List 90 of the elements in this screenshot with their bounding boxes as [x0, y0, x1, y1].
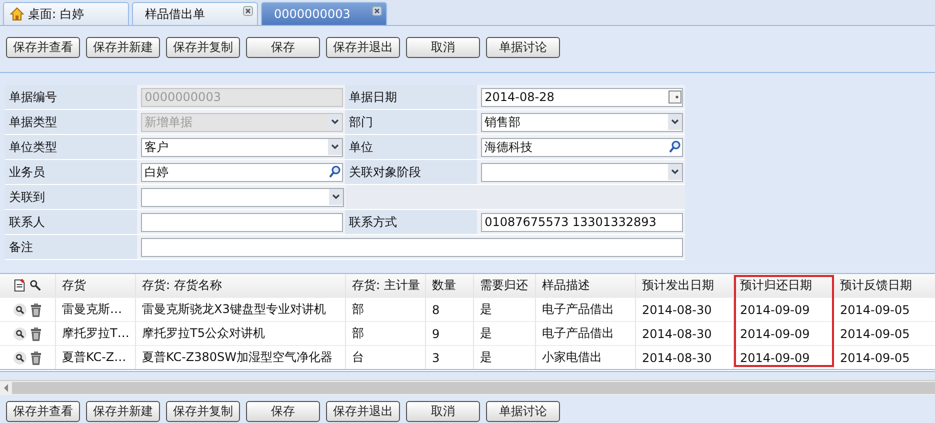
table-cell: 2014-09-05	[840, 350, 910, 364]
toolbar-button[interactable]: 保存并退出	[326, 401, 400, 422]
table-cell: 2014-08-30	[642, 302, 712, 316]
search-icon[interactable]	[13, 350, 27, 364]
field-label: 部门	[345, 110, 477, 134]
table-cell: 部	[352, 301, 364, 318]
table-cell: 9	[432, 326, 440, 340]
toolbar-button[interactable]: 保存并退出	[326, 37, 400, 58]
input-field[interactable]: 海德科技	[480, 138, 683, 156]
toolbar-button[interactable]: 保存并新建	[86, 37, 160, 58]
column-header: 存货: 存货名称	[142, 277, 222, 294]
table-cell: 3	[432, 350, 440, 364]
dropdown-field[interactable]: 销售部	[480, 112, 683, 132]
table-cell: 是	[480, 349, 492, 366]
table-cell: 2014-09-05	[840, 302, 910, 316]
field-label: 单位	[345, 135, 477, 159]
field-label: 业务员	[5, 160, 137, 184]
table-cell: 2014-09-05	[840, 326, 910, 340]
toolbar-button[interactable]: 保存并查看	[6, 401, 80, 422]
toolbar-button[interactable]: 保存并复制	[166, 37, 240, 58]
calendar-icon[interactable]	[668, 89, 682, 105]
horizontal-scrollbar[interactable]	[0, 380, 935, 395]
search-icon[interactable]	[13, 302, 27, 316]
column-header: 数量	[432, 277, 456, 294]
scroll-left-icon[interactable]	[3, 384, 9, 392]
table-cell: 摩托罗拉T…	[62, 325, 130, 342]
column-header: 存货	[62, 277, 86, 294]
field-label: 备注	[5, 235, 137, 259]
field-label: 单据日期	[345, 85, 477, 109]
toolbar-button[interactable]: 保存并查看	[6, 37, 80, 58]
table-cell: 夏普KC-Z380SW加湿型空气净化器	[142, 349, 333, 366]
dropdown-field[interactable]	[480, 162, 683, 182]
trash-icon[interactable]	[30, 350, 42, 364]
field-label: 单据类型	[5, 110, 137, 134]
table-cell: 摩托罗拉T5公众对讲机	[142, 325, 265, 342]
field-label: 关联对象阶段	[345, 160, 477, 184]
table-cell: 2014-09-09	[740, 350, 810, 364]
add-row-icon[interactable]	[13, 279, 26, 292]
input-field[interactable]: 01087675573 13301332893	[480, 212, 683, 232]
dropdown-field[interactable]	[141, 188, 344, 206]
input-field[interactable]	[141, 238, 683, 256]
table-cell: 夏普KC-Z…	[62, 349, 126, 366]
tab[interactable]: 桌面: 白婷	[3, 2, 129, 25]
input-field[interactable]: 白婷	[140, 162, 343, 182]
input-field[interactable]	[140, 212, 343, 232]
table-cell: 2014-08-30	[642, 350, 712, 364]
toolbar-button[interactable]: 保存	[246, 401, 320, 422]
field-label: 单据编号	[5, 85, 137, 109]
table-cell: 雷曼克斯…	[62, 301, 122, 318]
search-icon[interactable]	[328, 164, 342, 180]
column-header: 预计反馈日期	[840, 277, 912, 294]
toolbar-button[interactable]: 单据讨论	[486, 37, 560, 58]
field-label: 联系人	[5, 210, 137, 234]
column-header: 样品描述	[542, 277, 590, 294]
table-cell: 电子产品借出	[542, 301, 614, 318]
table-cell: 是	[480, 301, 492, 318]
toolbar-button[interactable]: 取消	[406, 401, 480, 422]
field-label: 联系方式	[345, 210, 477, 234]
table-cell: 小家电借出	[542, 349, 602, 366]
close-icon[interactable]	[243, 6, 253, 16]
table-cell: 2014-09-09	[740, 302, 810, 316]
toolbar-button[interactable]: 取消	[406, 37, 480, 58]
table-cell: 8	[432, 302, 440, 316]
column-header: 需要归还	[480, 277, 528, 294]
date-field[interactable]: 2014-08-28	[480, 88, 683, 106]
table-cell: 雷曼克斯骁龙X3键盘型专业对讲机	[142, 301, 326, 318]
table-cell: 是	[480, 325, 492, 342]
table-cell: 2014-09-09	[740, 326, 810, 340]
toolbar-button[interactable]: 保存	[246, 37, 320, 58]
toolbar-button[interactable]: 单据讨论	[486, 401, 560, 422]
table-cell: 2014-08-30	[642, 326, 712, 340]
column-header: 存货: 主计量	[352, 277, 420, 294]
table-cell: 台	[352, 349, 364, 366]
table-cell: 电子产品借出	[542, 325, 614, 342]
search-icon[interactable]	[13, 326, 27, 340]
trash-icon[interactable]	[30, 302, 42, 316]
tab[interactable]: 样品借出单	[132, 2, 258, 25]
home-icon	[10, 7, 24, 21]
toolbar-button[interactable]: 保存并复制	[166, 401, 240, 422]
trash-icon[interactable]	[30, 326, 42, 340]
dropdown-field[interactable]: 客户	[140, 138, 343, 156]
close-icon[interactable]	[372, 6, 382, 16]
toolbar-button[interactable]: 保存并新建	[86, 401, 160, 422]
search-icon[interactable]	[29, 279, 42, 292]
table-cell: 部	[352, 325, 364, 342]
search-icon[interactable]	[668, 139, 682, 155]
field-label: 单位类型	[5, 135, 137, 159]
column-header: 预计发出日期	[642, 277, 714, 294]
field-label: 关联到	[5, 185, 137, 209]
column-header: 预计归还日期	[740, 277, 812, 294]
